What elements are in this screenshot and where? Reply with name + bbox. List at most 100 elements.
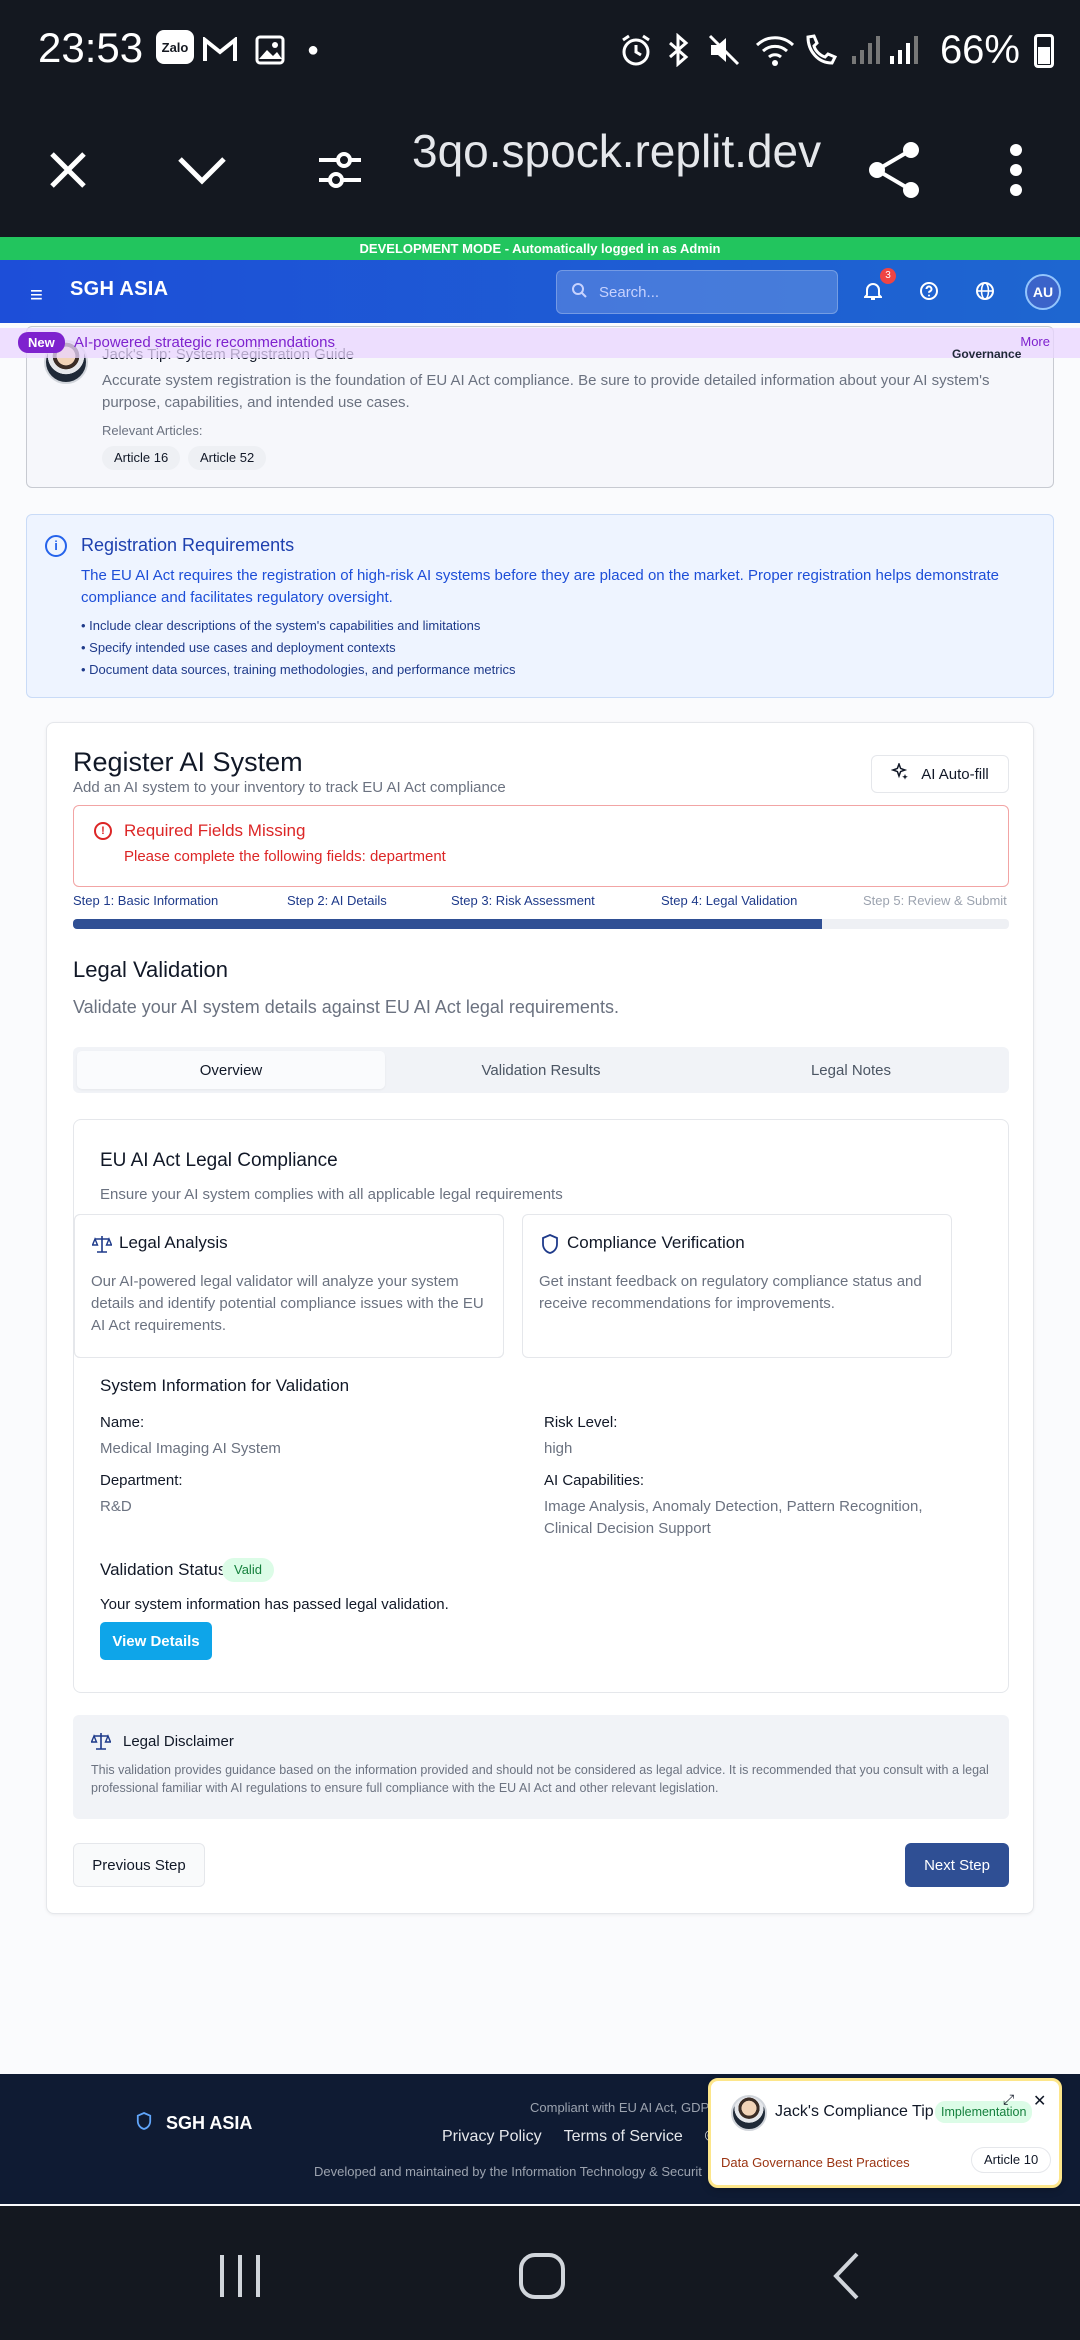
promo-text: AI-powered strategic recommendations xyxy=(74,334,335,351)
gallery-icon xyxy=(250,30,290,70)
overview-panel: EU AI Act Legal Compliance Ensure your A… xyxy=(73,1119,1009,1693)
step-1[interactable]: Step 1: Basic Information xyxy=(73,893,218,908)
close-icon[interactable]: ✕ xyxy=(1033,2091,1046,2111)
article-pill[interactable]: Article 10 xyxy=(971,2147,1052,2173)
zalo-icon: Zalo xyxy=(156,30,194,64)
risk-value: high xyxy=(544,1440,573,1457)
article-pill[interactable]: Article 16 xyxy=(102,446,181,470)
chevron-down-icon[interactable] xyxy=(162,130,242,210)
battery-percent: 66% xyxy=(939,28,1020,72)
requirements-title: Registration Requirements xyxy=(81,535,295,555)
tab-overview[interactable]: Overview xyxy=(77,1051,385,1089)
validation-status-label: Validation Status: xyxy=(100,1560,232,1579)
list-item: • Document data sources, training method… xyxy=(81,662,516,677)
help-icon[interactable] xyxy=(914,276,944,306)
more-link[interactable]: More xyxy=(1020,334,1050,349)
footer-brand[interactable]: SGH ASIA xyxy=(136,2112,252,2135)
requirements-body: The EU AI Act requires the registration … xyxy=(81,567,999,606)
compliance-verification-card: Compliance Verification Get instant feed… xyxy=(522,1214,952,1358)
page-subtitle: Add an AI system to your inventory to tr… xyxy=(73,779,506,796)
clock: 23:53 xyxy=(38,24,144,71)
tune-icon[interactable] xyxy=(300,130,380,210)
menu-icon[interactable]: ≡ xyxy=(30,282,43,308)
step-3[interactable]: Step 3: Risk Assessment xyxy=(451,893,595,908)
globe-icon[interactable] xyxy=(970,276,1000,306)
card-body: Our AI-powered legal validator will anal… xyxy=(91,1273,484,1334)
gmail-icon xyxy=(200,30,240,70)
shield-icon xyxy=(539,1233,561,1255)
popup-title: Jack's Compliance Tip xyxy=(775,2103,934,2120)
close-icon[interactable] xyxy=(28,130,108,210)
search-placeholder: Search... xyxy=(599,283,660,301)
alert-circle-icon: ! xyxy=(94,822,112,840)
error-alert: ! Required Fields Missing Please complet… xyxy=(73,805,1009,887)
tab-validation-results[interactable]: Validation Results xyxy=(387,1051,695,1089)
scale-icon xyxy=(91,1233,113,1255)
next-step-button[interactable]: Next Step xyxy=(905,1843,1009,1887)
avatar[interactable]: AU xyxy=(1025,274,1061,310)
system-info-title: System Information for Validation xyxy=(100,1376,350,1395)
signal-icon xyxy=(848,30,882,70)
scale-icon xyxy=(90,1731,112,1756)
alarm-icon xyxy=(616,30,656,70)
brand-logo[interactable]: SGH ASIA xyxy=(70,278,168,301)
tip-tag: Governance xyxy=(952,347,1022,361)
status-badge: Valid xyxy=(222,1558,274,1582)
step-5[interactable]: Step 5: Review & Submit xyxy=(863,893,1007,908)
status-bar: 23:53 Zalo ● 66% xyxy=(0,0,1080,100)
name-label: Name: xyxy=(100,1414,145,1431)
step-2[interactable]: Step 2: AI Details xyxy=(287,893,387,908)
step-4[interactable]: Step 4: Legal Validation xyxy=(661,893,797,908)
home-icon[interactable] xyxy=(502,2246,582,2306)
wifi-call-icon xyxy=(800,30,844,70)
back-icon[interactable] xyxy=(806,2246,886,2306)
info-icon: i xyxy=(45,535,67,557)
privacy-policy-link[interactable]: Privacy Policy xyxy=(442,2128,542,2146)
more-vert-icon[interactable] xyxy=(976,130,1056,210)
ai-autofill-button[interactable]: AI Auto-fill xyxy=(871,755,1009,793)
new-badge: New xyxy=(18,332,65,353)
error-title: Required Fields Missing xyxy=(124,821,306,840)
expand-icon[interactable]: ⤢ xyxy=(1003,2091,1014,2108)
mute-icon xyxy=(704,30,744,70)
legal-analysis-card: Legal Analysis Our AI-powered legal vali… xyxy=(74,1214,504,1358)
progress-fill xyxy=(73,919,822,929)
tip-body: Accurate system registration is the foun… xyxy=(102,372,990,411)
error-text: Please complete the following fields: de… xyxy=(124,848,446,865)
shield-icon xyxy=(136,2112,152,2135)
sparkles-icon xyxy=(891,761,909,785)
registration-requirements: i Registration Requirements The EU AI Ac… xyxy=(26,514,1054,698)
recents-icon[interactable] xyxy=(200,2246,280,2306)
tab-list: Overview Validation Results Legal Notes xyxy=(73,1047,1009,1093)
compliance-subtitle: Ensure your AI system complies with all … xyxy=(100,1186,563,1203)
article-pill[interactable]: Article 52 xyxy=(188,446,267,470)
app-navbar: ≡ SGH ASIA Search... 3 AU xyxy=(0,260,1080,323)
previous-step-button[interactable]: Previous Step xyxy=(73,1843,205,1887)
card-title: Legal Analysis xyxy=(119,1233,228,1252)
name-value: Medical Imaging AI System xyxy=(100,1440,281,1457)
relevant-articles-label: Relevant Articles: xyxy=(102,423,203,438)
view-details-button[interactable]: View Details xyxy=(100,1622,212,1660)
battery-icon xyxy=(1034,34,1054,68)
share-icon[interactable] xyxy=(854,130,934,210)
dot-icon: ● xyxy=(306,38,320,61)
section-subtitle: Validate your AI system details against … xyxy=(73,997,619,1017)
search-input[interactable]: Search... xyxy=(556,270,838,314)
capabilities-value: Image Analysis, Anomaly Detection, Patte… xyxy=(544,1498,923,1537)
footer-links: Privacy Policy Terms of Service © 2 xyxy=(442,2128,730,2146)
popup-link[interactable]: Data Governance Best Practices xyxy=(721,2155,910,2170)
dev-mode-banner: DEVELOPMENT MODE - Automatically logged … xyxy=(0,237,1080,260)
popup-tag: Implementation xyxy=(935,2101,1033,2123)
terms-of-service-link[interactable]: Terms of Service xyxy=(564,2128,683,2146)
url-text[interactable]: 3qo.spock.replit.dev xyxy=(412,124,821,178)
requirements-list: • Include clear descriptions of the syst… xyxy=(81,615,516,681)
footer-developed: Developed and maintained by the Informat… xyxy=(314,2164,702,2179)
tab-legal-notes[interactable]: Legal Notes xyxy=(697,1051,1005,1089)
step-progress-bar xyxy=(73,919,1009,929)
signal-icon xyxy=(886,30,920,70)
risk-label: Risk Level: xyxy=(544,1414,618,1431)
compliance-tip-popup[interactable]: Jack's Compliance Tip Implementation ⤢ ✕… xyxy=(708,2078,1062,2188)
legal-disclaimer: Legal Disclaimer This validation provide… xyxy=(73,1715,1009,1819)
bluetooth-icon xyxy=(660,30,696,70)
promo-banner[interactable]: New AI-powered strategic recommendations… xyxy=(0,328,1080,358)
